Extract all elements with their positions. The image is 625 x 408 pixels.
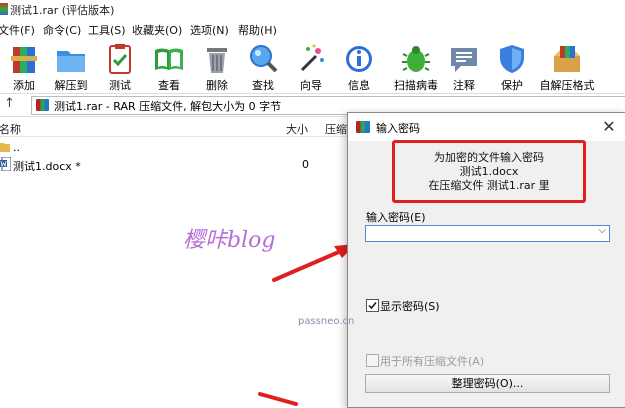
view-icon [155,48,183,70]
column-name[interactable]: 名称 [0,121,21,137]
column-packed[interactable]: 压缩 [325,121,347,137]
row-name: .. [13,141,20,154]
watermark-text: 樱咔blog [183,228,276,253]
sfx-label: 自解压格式 [539,79,595,92]
table-row[interactable]: 测试1.docx * 0 [0,156,350,173]
show-password-label: 显示密码(S) [380,300,440,313]
sfx-button[interactable]: 自解压格式 [540,39,595,93]
sfx-icon [554,46,580,72]
info-line-2: 测试1.docx [459,165,519,178]
word-document-icon [0,157,11,171]
column-size[interactable]: 大小 [286,121,308,137]
address-text: 测试1.rar - RAR 压缩文件, 解包大小为 0 字节 [54,100,282,113]
extract-icon [57,51,85,72]
red-arrow-annotation-2 [258,392,298,406]
dialog-title-bar: 输入密码 ✕ [348,113,625,141]
menu-tools[interactable]: 工具(S) [88,22,126,38]
add-icon [11,47,37,73]
protect-icon [500,45,524,73]
info-label: 信息 [348,79,370,92]
password-input[interactable] [368,226,588,240]
virus-scan-icon [402,46,430,72]
menu-bar: 文件(F) 命令(C) 工具(S) 收藏夹(O) 选项(N) 帮助(H) [0,19,625,39]
winrar-app-icon [0,3,8,15]
toolbar: 添加 解压到 测试 查看 删除 查找 向导 信息 扫描病毒 注释 保护 自解压格… [0,39,625,93]
wizard-icon [300,44,324,72]
info-icon [346,46,372,72]
find-icon [250,45,278,73]
menu-file[interactable]: 文件(F) [0,22,35,38]
title-bar: 测试1.rar (评估版本) [0,0,625,19]
menu-options[interactable]: 选项(N) [190,22,229,38]
site-watermark: passneo.cn [298,316,355,327]
password-label: 输入密码(E) [366,211,426,224]
apply-all-label: 用于所有压缩文件(A) [380,355,485,368]
protect-button[interactable]: 保护 [486,39,538,93]
close-icon[interactable]: ✕ [598,116,620,138]
apply-all-checkbox[interactable] [366,354,379,367]
delete-icon [207,48,227,73]
info-line-1: 为加密的文件输入密码 [434,151,544,164]
table-row[interactable]: .. [0,139,350,156]
comment-icon [451,48,477,72]
menu-commands[interactable]: 命令(C) [43,22,81,38]
folder-icon [0,143,10,152]
show-password-checkbox[interactable] [366,299,379,312]
row-name: 测试1.docx * [13,160,81,173]
dialog-title: 输入密码 [376,122,420,135]
window-title: 测试1.rar (评估版本) [10,4,115,17]
menu-help[interactable]: 帮助(H) [238,22,277,38]
organize-passwords-button[interactable]: 整理密码(O)... [365,374,610,393]
checkmark-icon [368,302,377,310]
password-dialog: 输入密码 ✕ 为加密的文件输入密码 测试1.docx 在压缩文件 测试1.rar… [347,112,625,408]
encrypted-file-info: 为加密的文件输入密码 测试1.docx 在压缩文件 测试1.rar 里 [392,140,586,203]
test-icon [109,44,131,74]
rar-archive-icon [36,99,49,111]
chevron-down-icon[interactable]: ⌵ [598,225,606,236]
info-button[interactable]: 信息 [333,39,385,93]
info-line-3: 在压缩文件 测试1.rar 里 [428,179,550,192]
row-size: 0 [302,158,309,171]
rar-dialog-icon [356,121,370,133]
password-combobox[interactable]: ⌵ [365,225,610,242]
up-arrow-icon[interactable]: ↑ [4,96,15,111]
menu-favorites[interactable]: 收藏夹(O) [132,22,182,38]
